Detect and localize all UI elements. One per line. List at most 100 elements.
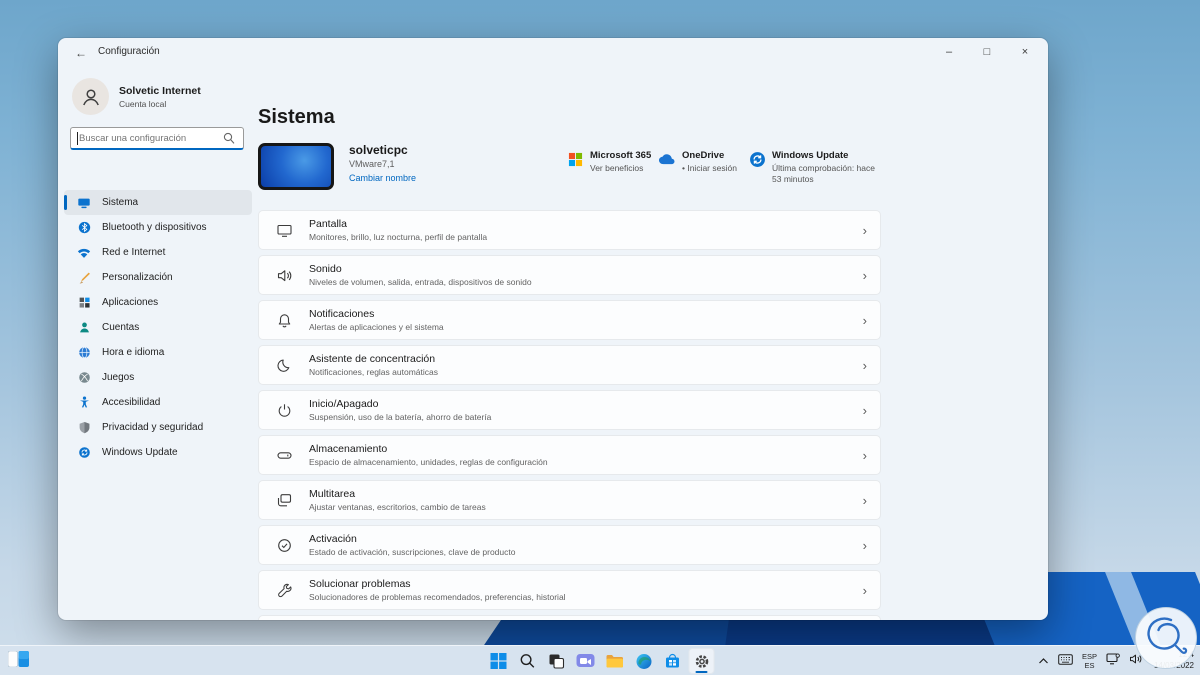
sidebar-item-label: Privacidad y seguridad [102,422,204,433]
wifi-icon [77,246,91,260]
search-input[interactable] [79,128,219,148]
chevron-right-icon: › [862,268,867,283]
chat-icon [576,654,595,667]
update-icon [77,446,91,460]
search-icon[interactable] [223,132,235,150]
status-microsoft-365[interactable]: Microsoft 365 Ver beneficios [566,150,651,174]
device-model: VMware7,1 [349,159,395,169]
chevron-right-icon: › [862,223,867,238]
page-title: Sistema [258,106,335,128]
close-button[interactable]: × [1006,38,1044,65]
card-subtitle: Estado de activación, suscripciones, cla… [309,547,516,557]
taskbar-center [486,648,715,674]
settings-card-multitarea[interactable]: Multitarea Ajustar ventanas, escritorios… [258,480,881,520]
wrench-icon [275,581,293,599]
settings-card-solucionar-problemas[interactable]: Solucionar problemas Solucionadores de p… [258,570,881,610]
taskbar: ESP ES 12:4 14/03/2022 [0,645,1200,675]
search-button[interactable] [515,648,541,674]
chat-button[interactable] [573,648,599,674]
sidebar-item-bluetooth[interactable]: Bluetooth y dispositivos [64,215,252,240]
sidebar-item-red-e-internet[interactable]: Red e Internet [64,240,252,265]
account-name: Solvetic Internet [119,84,201,97]
device-section: solveticpc VMware7,1 Cambiar nombre [258,143,416,190]
status-title: Windows Update [772,150,849,161]
sidebar-item-hora-e-idioma[interactable]: Hora e idioma [64,340,252,365]
selection-indicator [64,195,67,210]
sidebar-item-privacidad[interactable]: Privacidad y seguridad [64,415,252,440]
sidebar-item-personalizacion[interactable]: Personalización [64,265,252,290]
avatar [72,78,109,115]
maximize-button[interactable]: □ [968,38,1006,65]
edge-browser-button[interactable] [631,648,657,674]
network-icon[interactable] [1106,652,1120,670]
microsoft-store-button[interactable] [660,648,686,674]
accessibility-icon [77,396,91,410]
shield-icon [77,421,91,435]
settings-card-pantalla[interactable]: Pantalla Monitores, brillo, luz nocturna… [258,210,881,250]
sidebar-item-cuentas[interactable]: Cuentas [64,315,252,340]
sidebar-item-label: Bluetooth y dispositivos [102,222,207,233]
account-section[interactable]: Solvetic Internet Cuenta local [72,78,201,115]
display-icon [275,221,293,239]
sidebar-item-label: Windows Update [102,447,178,458]
sidebar-item-sistema[interactable]: Sistema [64,190,252,215]
card-subtitle: Espacio de almacenamiento, unidades, reg… [309,457,548,467]
sidebar-item-label: Aplicaciones [102,297,159,308]
sidebar-item-accesibilidad[interactable]: Accesibilidad [64,390,252,415]
account-type: Cuenta local [119,98,167,109]
settings-card-almacenamiento[interactable]: Almacenamiento Espacio de almacenamiento… [258,435,881,475]
person-icon [77,321,91,335]
minimize-button[interactable]: – [930,38,968,65]
bell-icon [275,311,293,329]
settings-button[interactable] [688,648,715,674]
chevron-right-icon: › [862,313,867,328]
task-view-button[interactable] [544,648,570,674]
status-title: OneDrive [682,150,725,161]
touch-keyboard-icon[interactable] [1058,652,1073,670]
status-subtitle: • Iniciar sesión [682,163,737,173]
settings-card-activacion[interactable]: Activación Estado de activación, suscrip… [258,525,881,565]
chevron-right-icon: › [862,448,867,463]
widgets-button[interactable] [7,650,29,672]
settings-card-inicio-apagado[interactable]: Inicio/Apagado Suspensión, uso de la bat… [258,390,881,430]
status-subtitle: Ver beneficios [590,163,644,173]
settings-card-notificaciones[interactable]: Notificaciones Alertas de aplicaciones y… [258,300,881,340]
card-subtitle: Monitores, brillo, luz nocturna, perfil … [309,232,488,242]
status-onedrive[interactable]: OneDrive • Iniciar sesión [658,150,737,174]
settings-card-recuperacion[interactable]: Recuperación Reiniciar, inicio avanzado,… [258,615,881,620]
status-title: Microsoft 365 [590,150,652,161]
language-indicator[interactable]: ESP ES [1082,652,1097,670]
edge-icon [636,653,651,669]
sidebar-item-juegos[interactable]: Juegos [64,365,252,390]
sidebar-item-label: Hora e idioma [102,347,165,358]
search-box[interactable] [70,127,244,150]
settings-card-sonido[interactable]: Sonido Niveles de volumen, salida, entra… [258,255,881,295]
card-subtitle: Alertas de aplicaciones y el sistema [309,322,444,332]
display-icon [77,196,91,210]
sidebar-item-windows-update[interactable]: Windows Update [64,440,252,465]
card-title: Sonido [309,263,342,275]
store-bag-icon [666,653,679,668]
widgets-icon [7,650,29,668]
device-name: solveticpc [349,143,408,157]
xbox-icon [77,371,91,385]
card-title: Asistente de concentración [309,353,436,365]
sidebar-item-label: Cuentas [102,322,140,333]
settings-list: Pantalla Monitores, brillo, luz nocturna… [258,210,881,620]
bluetooth-icon [77,221,91,235]
back-button[interactable]: ← [70,43,92,63]
sidebar-item-aplicaciones[interactable]: Aplicaciones [64,290,252,315]
titlebar[interactable]: ← Configuración – □ × [58,38,1048,66]
chevron-right-icon: › [862,538,867,553]
file-explorer-button[interactable] [602,648,628,674]
start-button[interactable] [486,648,512,674]
apps-grid-icon [77,296,91,310]
chevron-right-icon: › [862,583,867,598]
task-view-icon [549,654,565,669]
sidebar-item-label: Red e Internet [102,247,166,258]
rename-device-link[interactable]: Cambiar nombre [349,173,416,183]
microsoft-365-icon [566,150,584,168]
settings-card-asistente-concentracion[interactable]: Asistente de concentración Notificacione… [258,345,881,385]
tray-chevron-up-icon[interactable] [1038,652,1049,670]
status-windows-update[interactable]: Windows Update Última comprobación: hace… [748,150,883,185]
